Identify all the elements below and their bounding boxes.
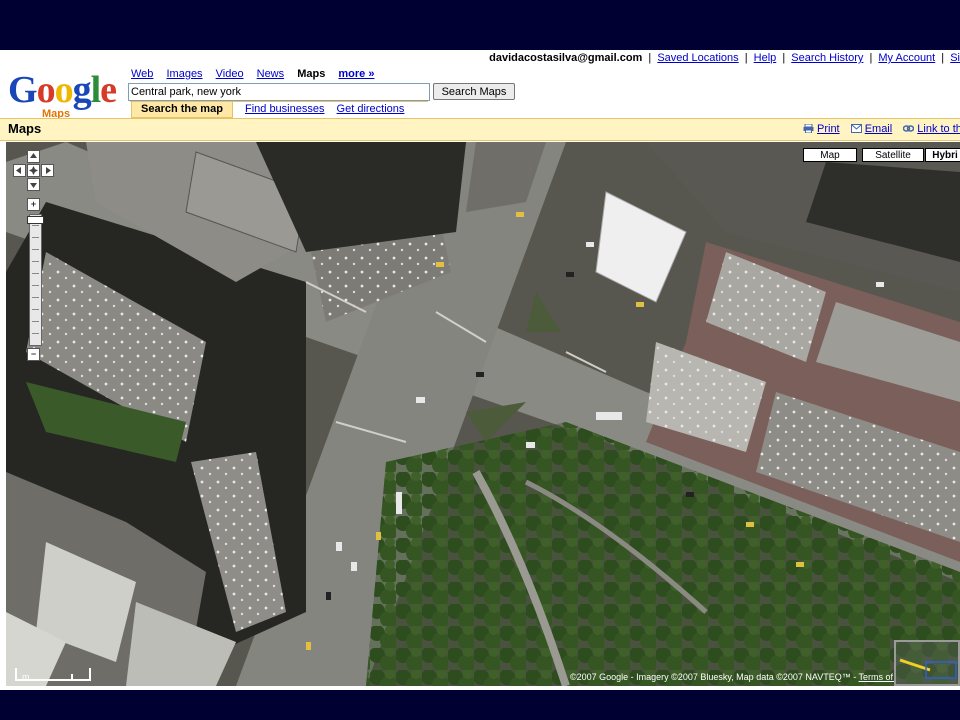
- nav-maps-current: Maps: [297, 68, 326, 80]
- my-account-link[interactable]: My Account: [878, 52, 935, 64]
- google-maps-logo[interactable]: Google Maps: [8, 69, 126, 120]
- zoom-in-button[interactable]: +: [27, 198, 40, 211]
- pan-up-button[interactable]: [27, 150, 40, 163]
- satellite-map[interactable]: + − Map Satellite Hybri m ©2007 Google -…: [6, 142, 960, 686]
- zoom-out-button[interactable]: −: [27, 348, 40, 361]
- copyright-text: ©2007 Google - Imagery ©2007 Bluesky, Ma…: [570, 672, 857, 682]
- sign-out-link[interactable]: Si: [950, 52, 960, 64]
- logo-letter: G: [8, 69, 38, 111]
- logo-letter: e: [100, 69, 117, 111]
- search-history-link[interactable]: Search History: [791, 52, 863, 64]
- nav-video[interactable]: Video: [216, 68, 244, 80]
- logo-letter: o: [36, 69, 56, 111]
- arrow-down-icon: [30, 183, 37, 188]
- scale-bar: m: [14, 662, 94, 684]
- nav-images[interactable]: Images: [166, 68, 202, 80]
- logo-letter: l: [90, 69, 102, 111]
- saved-locations-link[interactable]: Saved Locations: [657, 52, 738, 64]
- search-input[interactable]: [128, 83, 430, 101]
- pan-zoom-control: + −: [6, 146, 56, 376]
- map-type-satellite-button[interactable]: Satellite: [862, 148, 924, 162]
- map-copyright: ©2007 Google - Imagery ©2007 Bluesky, Ma…: [570, 672, 912, 682]
- logo-word: Google: [8, 69, 117, 111]
- nav-more[interactable]: more »: [338, 68, 374, 80]
- satellite-imagery: [6, 142, 960, 686]
- return-center-button[interactable]: [27, 164, 40, 177]
- pan-left-button[interactable]: [13, 164, 26, 177]
- maps-page: Google Maps davidacostasilva@gmail.com |…: [0, 50, 960, 690]
- nav-web[interactable]: Web: [131, 68, 153, 80]
- page-title: Maps: [8, 121, 42, 136]
- email-link[interactable]: Email: [865, 123, 893, 135]
- arrow-right-icon: [46, 167, 51, 174]
- slide-bottom-bar: [0, 690, 960, 720]
- pan-right-button[interactable]: [41, 164, 54, 177]
- search-tabs: Search the map Find businesses Get direc…: [131, 102, 405, 118]
- arrow-up-icon: [30, 153, 37, 158]
- center-icon: [29, 166, 38, 175]
- scale-unit: m: [22, 672, 30, 682]
- logo-letter: o: [54, 69, 74, 111]
- logo-letter: g: [72, 69, 92, 111]
- print-link[interactable]: Print: [817, 123, 840, 135]
- email-icon: [850, 124, 862, 133]
- zoom-slider-thumb[interactable]: [27, 216, 44, 225]
- zoom-slider-track[interactable]: [29, 214, 42, 346]
- help-link[interactable]: Help: [754, 52, 777, 64]
- overview-map[interactable]: [894, 640, 960, 686]
- map-tools: Print Email Link to this: [803, 123, 960, 135]
- nav-news[interactable]: News: [257, 68, 285, 80]
- title-bar: Maps Print Email Link to this: [0, 118, 960, 141]
- link-icon: [903, 124, 915, 133]
- link-to-this-page[interactable]: Link to this: [917, 123, 960, 135]
- tab-get-directions[interactable]: Get directions: [337, 103, 405, 115]
- map-type-map-button[interactable]: Map: [803, 148, 857, 162]
- account-links: davidacostasilva@gmail.com | Saved Locat…: [489, 52, 960, 64]
- search-maps-button[interactable]: Search Maps: [433, 83, 515, 100]
- tab-search-the-map[interactable]: Search the map: [131, 102, 233, 118]
- map-type-hybrid-button[interactable]: Hybri: [925, 148, 960, 162]
- overview-map-imagery: [896, 642, 958, 684]
- tab-find-businesses[interactable]: Find businesses: [245, 103, 325, 115]
- service-nav: Web Images Video News Maps more »: [131, 68, 384, 80]
- arrow-left-icon: [16, 167, 21, 174]
- pan-down-button[interactable]: [27, 178, 40, 191]
- print-icon: [803, 123, 814, 134]
- account-email: davidacostasilva@gmail.com: [489, 52, 643, 64]
